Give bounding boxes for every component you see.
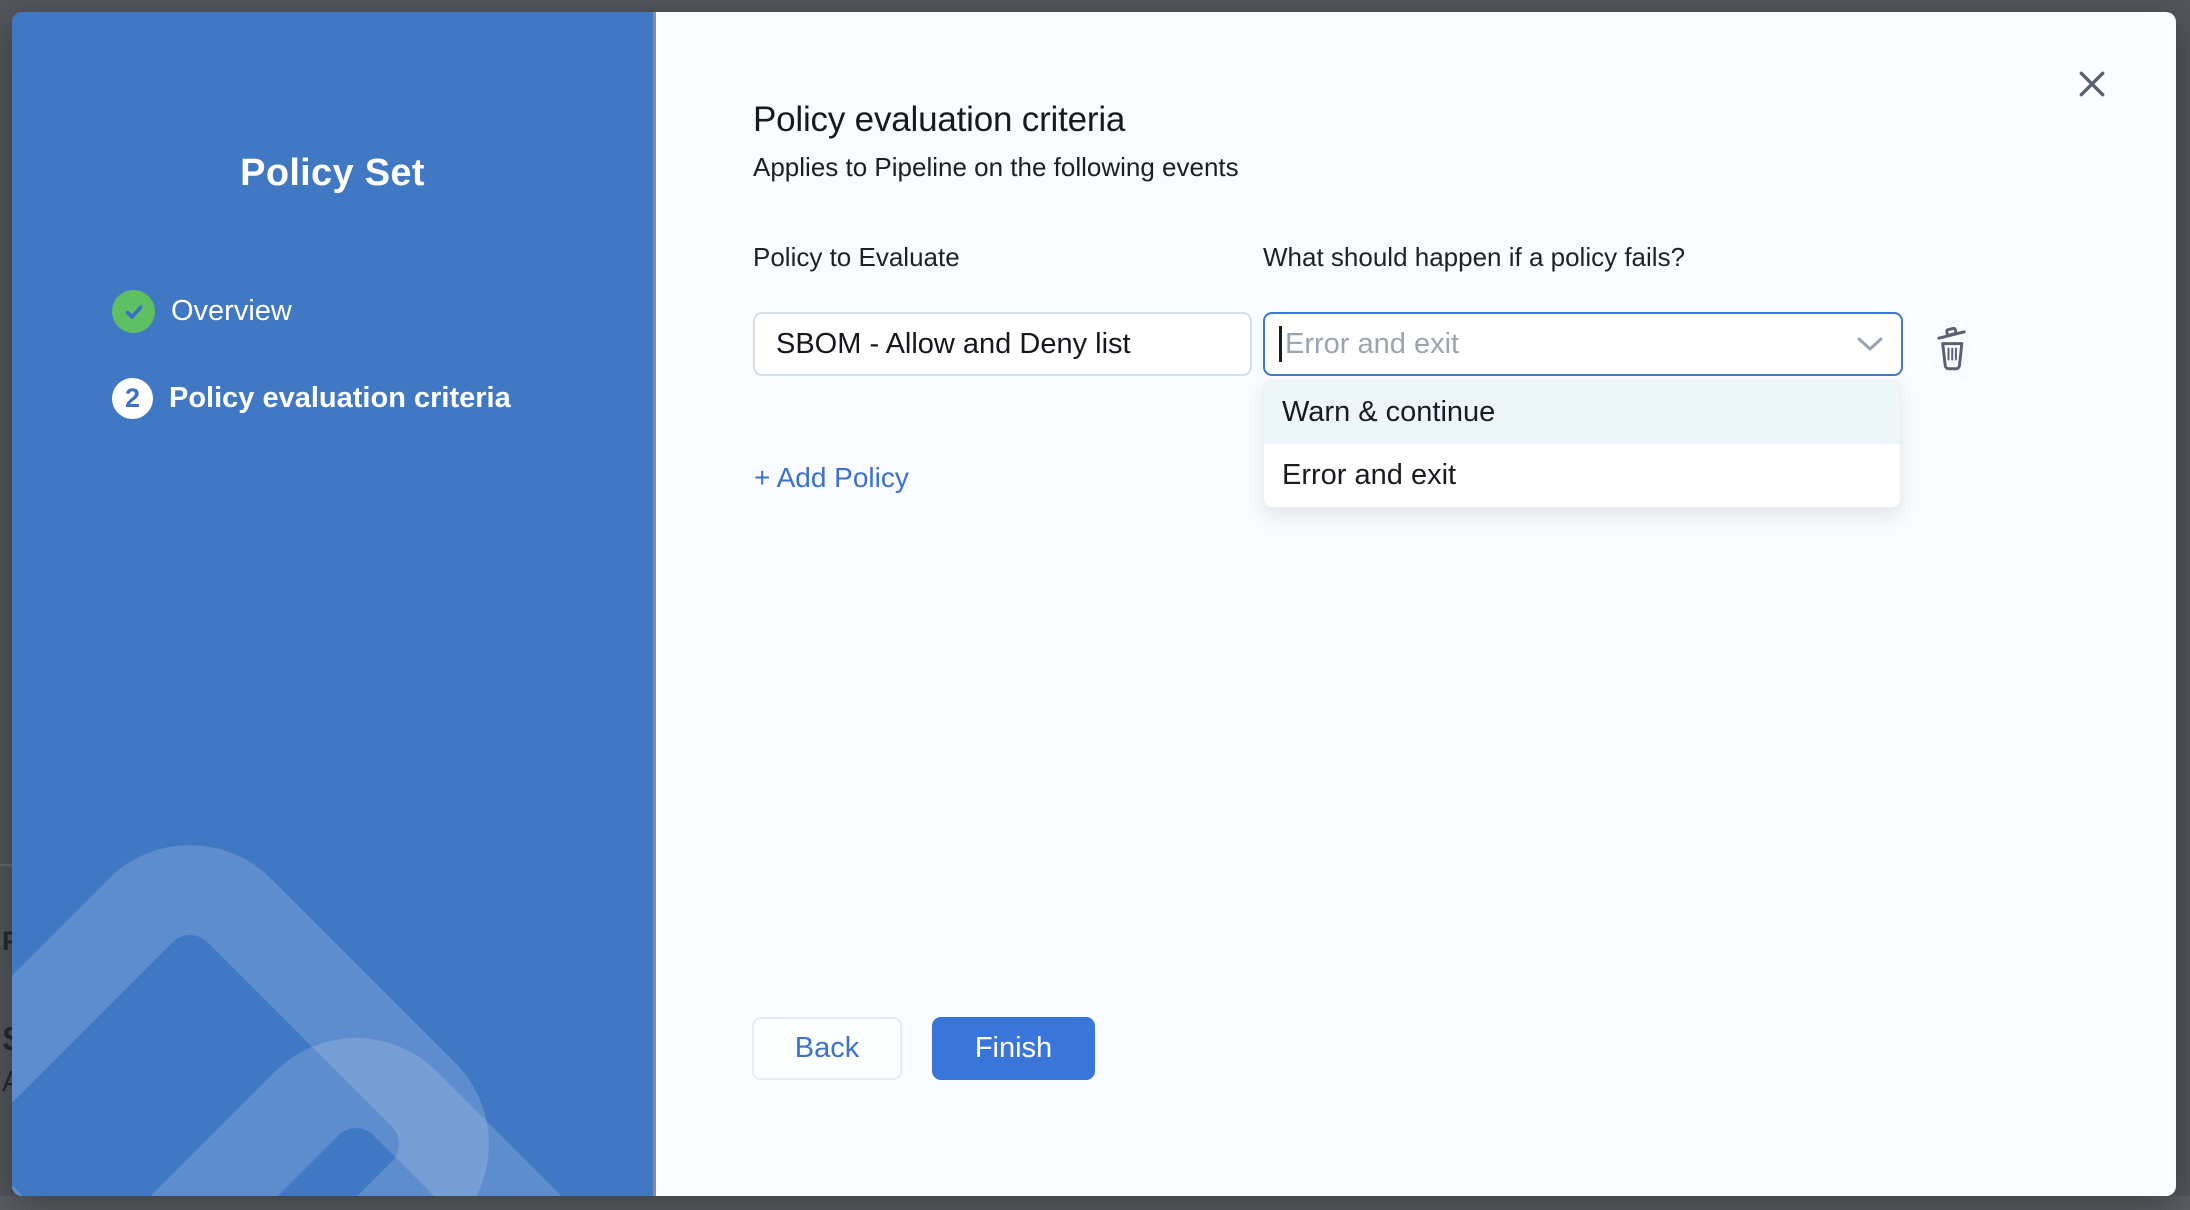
- background-card-edge: [0, 864, 12, 866]
- policy-to-evaluate-label: Policy to Evaluate: [753, 242, 960, 273]
- failure-action-select[interactable]: Error and exit: [1263, 312, 1903, 376]
- step-label: Policy evaluation criteria: [169, 382, 511, 415]
- finish-button[interactable]: Finish: [932, 1017, 1095, 1080]
- delete-policy-button[interactable]: [1928, 324, 1976, 372]
- text-caret: [1279, 326, 1282, 362]
- trash-icon: [1930, 324, 1974, 372]
- policy-name-value: SBOM - Allow and Deny list: [776, 328, 1131, 361]
- step-number-badge: 2: [112, 378, 153, 419]
- chevron-down-icon[interactable]: [1857, 336, 1883, 352]
- page-subtitle: Applies to Pipeline on the following eve…: [753, 152, 1239, 183]
- back-button[interactable]: Back: [752, 1017, 902, 1080]
- check-icon: [121, 299, 147, 325]
- failure-action-placeholder: Error and exit: [1285, 328, 1857, 361]
- dropdown-option-error-exit[interactable]: Error and exit: [1264, 444, 1900, 507]
- close-button[interactable]: [2068, 60, 2116, 108]
- policy-fail-action-label: What should happen if a policy fails?: [1263, 242, 1685, 273]
- add-policy-link[interactable]: + Add Policy: [754, 462, 909, 494]
- failure-action-dropdown: Warn & continue Error and exit: [1263, 380, 1901, 508]
- sidebar-step-overview[interactable]: Overview: [112, 290, 292, 333]
- close-icon: [2076, 68, 2108, 100]
- step-label: Overview: [171, 295, 292, 328]
- wizard-sidebar: Policy Set Overview 2 Policy evaluation …: [12, 12, 653, 1196]
- sidebar-step-policy-evaluation-criteria[interactable]: 2 Policy evaluation criteria: [112, 378, 511, 419]
- background-card-edge: [0, 1196, 2190, 1210]
- wizard-title: Policy Set: [12, 152, 653, 195]
- dropdown-option-warn-continue[interactable]: Warn & continue: [1264, 381, 1900, 444]
- page-title: Policy evaluation criteria: [753, 100, 1125, 140]
- policy-set-modal: Policy Set Overview 2 Policy evaluation …: [12, 12, 2176, 1196]
- policy-name-input[interactable]: SBOM - Allow and Deny list: [753, 312, 1252, 376]
- step-completed-badge: [112, 290, 155, 333]
- modal-content: Policy evaluation criteria Applies to Pi…: [656, 12, 2176, 1196]
